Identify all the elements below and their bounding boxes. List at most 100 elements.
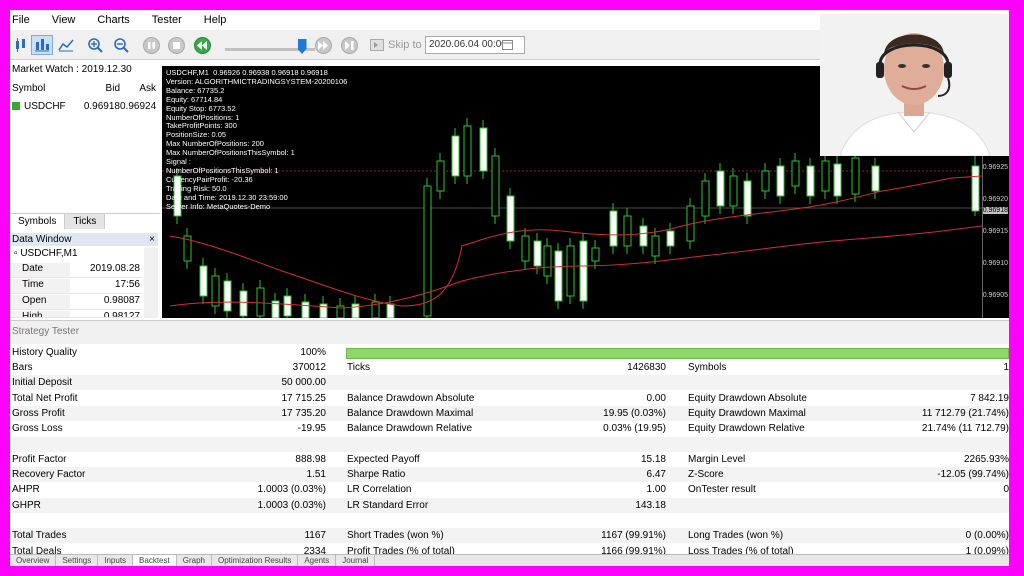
candle-body — [971, 165, 980, 212]
report-value: -12.05 (99.74%) — [937, 469, 1009, 481]
col-bid[interactable]: Bid — [78, 83, 120, 94]
tester-tab[interactable]: Overview — [10, 555, 57, 566]
candle-body — [743, 180, 752, 217]
candle-body — [256, 287, 265, 317]
report-label: Total Trades — [12, 530, 67, 542]
report-value: 1 — [1003, 362, 1009, 373]
col-symbol[interactable]: Symbol — [10, 83, 78, 94]
candle-body — [301, 301, 310, 318]
report-value: 6.47 — [646, 469, 666, 481]
data-value: 2019.08.28 — [89, 263, 140, 274]
report-label: LR Correlation — [347, 484, 412, 496]
pause-button[interactable] — [140, 35, 162, 55]
col-ask[interactable]: Ask — [120, 83, 160, 94]
tab-symbols[interactable]: Symbols — [10, 214, 66, 229]
report-value: 17 715.25 — [281, 392, 327, 404]
report-label: OnTester result — [688, 484, 756, 496]
zoom-in-button[interactable] — [84, 35, 106, 55]
bar-chart-button[interactable] — [31, 35, 53, 55]
candle-body — [351, 303, 360, 318]
candle-body — [579, 240, 588, 302]
skip-to-control[interactable]: Skip to — [370, 36, 422, 54]
candle-body — [851, 157, 860, 195]
report-label: Short Trades (won %) — [347, 530, 444, 542]
report-value: 1426830 — [627, 362, 666, 373]
report-label: Equity Drawdown Absolute — [688, 392, 807, 404]
candle-body — [729, 175, 738, 207]
report-label: Profit Factor — [12, 453, 67, 465]
price-label: 0.96910 — [982, 260, 1008, 267]
tester-tab[interactable]: Inputs — [98, 555, 134, 566]
row-bid: 0.96918 — [83, 100, 120, 112]
report-row: Total Net Profit 17 715.25 Balance Drawdow… — [10, 391, 1009, 406]
candle-body — [761, 170, 770, 192]
step-forward-button[interactable] — [312, 35, 334, 55]
skip-to-date-input[interactable]: 2020.06.04 00:00 — [425, 36, 525, 54]
zoom-out-button[interactable] — [110, 35, 132, 55]
report-value: 1.0003 (0.03%) — [257, 499, 326, 511]
candle-body — [666, 230, 675, 247]
candle-body — [521, 235, 530, 262]
data-row: Open 0.98087 — [10, 295, 142, 310]
line-chart-button[interactable] — [55, 35, 77, 55]
data-row: Date 2019.08.28 — [10, 263, 142, 278]
tester-tab[interactable]: Optimization Results — [212, 555, 299, 566]
data-window-symbol: ▫ USDCHF,M1 — [10, 248, 158, 262]
report-value: 11 712.79 (21.74%) — [921, 407, 1009, 419]
report-value: 0.00 — [646, 392, 666, 404]
report-label: Margin Level — [688, 453, 746, 465]
report-value: 0.03% (19.95) — [603, 423, 666, 435]
data-key: High — [10, 311, 70, 317]
price-label: 0.96925 — [982, 164, 1008, 171]
candle-body — [639, 225, 648, 247]
report-label: GHPR — [12, 499, 41, 511]
history-quality-label: History Quality — [12, 347, 78, 358]
tester-tab[interactable]: Graph — [177, 555, 212, 566]
skip-end-button[interactable] — [338, 35, 360, 55]
tester-tab[interactable]: Agents — [298, 555, 337, 566]
candle-body — [386, 303, 395, 318]
report-row: Gross Loss -19.95 Balance Drawdown Relativ… — [10, 421, 1009, 436]
market-watch-row[interactable]: USDCHF 0.96918 0.96924 — [10, 98, 160, 114]
data-window-scrollbar[interactable] — [144, 248, 158, 318]
menu-charts[interactable]: Charts — [86, 14, 140, 26]
candle-chart-button[interactable] — [10, 35, 32, 55]
tester-tab[interactable]: Settings — [56, 555, 99, 566]
menu-tester[interactable]: Tester — [141, 14, 193, 26]
candle-body — [423, 185, 432, 317]
skip-to-date-value: 2020.06.04 00:00 — [429, 39, 507, 50]
candle-body — [451, 135, 460, 177]
menu-file[interactable]: File — [10, 14, 41, 26]
skip-to-icon — [370, 39, 384, 51]
report-row: Total Trades 1167 Short Trades (won %) 1167… — [10, 528, 1009, 543]
candle-body — [609, 210, 618, 247]
report-label: LR Standard Error — [347, 499, 429, 511]
speed-slider-thumb[interactable] — [297, 39, 307, 54]
candle-body — [223, 280, 232, 312]
rewind-icon — [196, 40, 207, 50]
report-label: Total Net Profit — [12, 392, 78, 404]
report-label: Equity Drawdown Relative — [688, 423, 805, 435]
report-label: Long Trades (won %) — [688, 530, 784, 542]
rewind-button[interactable] — [191, 35, 213, 55]
symbol-status-icon — [12, 101, 20, 110]
report-row — [10, 513, 1009, 528]
report-label: Equity Drawdown Maximal — [688, 407, 806, 419]
calendar-icon[interactable] — [502, 39, 516, 51]
tab-ticks[interactable]: Ticks — [65, 214, 106, 229]
report-label: Balance Drawdown Relative — [347, 423, 473, 435]
menu-view[interactable]: View — [41, 14, 87, 26]
report-value: 1167 — [304, 530, 326, 542]
tester-tab[interactable]: Backtest — [133, 555, 177, 566]
report-row: AHPR 1.0003 (0.03%) LR Correlation 1.00 OnTe… — [10, 482, 1009, 497]
close-icon[interactable]: × — [149, 233, 155, 246]
tester-tab[interactable]: Journal — [336, 555, 376, 566]
stop-button[interactable] — [165, 35, 187, 55]
line-chart-icon — [58, 39, 74, 52]
zoom-in-icon — [88, 38, 103, 53]
report-value: 1167 (99.91%) — [601, 530, 666, 542]
report-value: 0 (0.00%) — [965, 530, 1009, 542]
report-value: 19.95 (0.03%) — [603, 407, 666, 419]
report-label: Ticks — [347, 362, 370, 373]
menu-help[interactable]: Help — [193, 14, 238, 26]
